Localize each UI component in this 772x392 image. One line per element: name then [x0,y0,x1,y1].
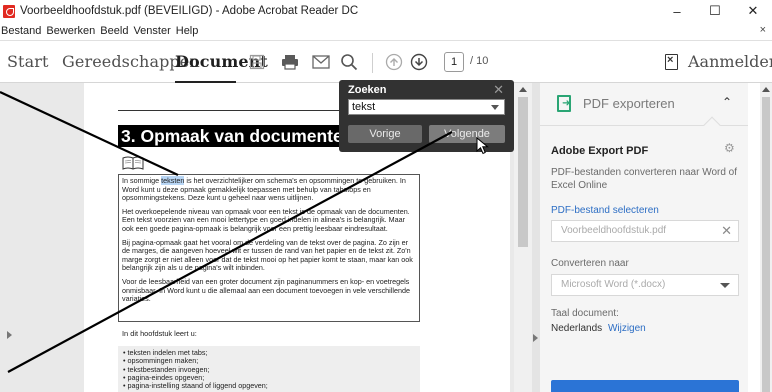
export-settings-icon[interactable]: ⚙ [724,141,735,155]
find-next-button[interactable]: Volgende [429,125,505,143]
learning-list: teksten indelen met tabs; opsommingen ma… [118,346,420,392]
convert-label: Converteren naar [551,258,629,269]
language-label: Taal document: [551,308,619,319]
title-bar: Voorbeeldhoofdstuk.pdf (BEVEILIGD) - Ado… [0,0,772,22]
scroll-up-icon[interactable] [762,87,770,92]
intro-paragraph: In sommige teksten is het overzichtelijk… [122,176,406,203]
signin-button[interactable]: Aanmelden [688,52,772,71]
export-description: PDF-bestanden converteren naar Word of E… [551,167,738,191]
print-icon[interactable] [279,51,301,73]
window-title: Voorbeeldhoofdstuk.pdf (BEVEILIGD) - Ado… [20,5,359,17]
previous-page-icon[interactable] [383,51,405,73]
window-controls: – ☐ ✕ [658,0,772,22]
acrobat-logo-icon [3,4,15,18]
menu-venster[interactable]: Venster [132,25,174,37]
export-panel-header[interactable]: PDF exporteren ⌃ [540,83,748,125]
intro-text-box: In sommige teksten is het overzichtelijk… [118,174,420,322]
scroll-up-icon[interactable] [519,87,527,92]
language-row: Nederlands Wijzigen [551,323,646,334]
learning-lead: In dit hoofdstuk leert u: [122,329,197,338]
find-input-value: tekst [352,101,376,113]
chevron-up-icon[interactable]: ⌃ [722,95,732,109]
selected-file-name: Voorbeeldhoofdstuk.pdf [561,225,667,236]
mail-icon[interactable] [310,51,332,73]
scroll-thumb[interactable] [518,97,528,247]
menu-bewerken[interactable]: Bewerken [45,25,99,37]
menu-help[interactable]: Help [175,25,203,37]
close-window-button[interactable]: ✕ [734,0,772,22]
acrobat-window: Voorbeeldhoofdstuk.pdf (BEVEILIGD) - Ado… [0,0,772,392]
language-value: Nederlands [551,323,603,334]
document-scrollbar[interactable] [514,83,532,392]
scroll-thumb[interactable] [762,97,770,392]
convert-format-value: Microsoft Word (*.docx) [561,279,666,290]
find-previous-button[interactable]: Vorige [348,125,422,143]
book-icon [122,156,144,170]
chevron-down-icon[interactable] [720,283,730,288]
chevron-down-icon[interactable] [491,105,499,110]
menu-beeld[interactable]: Beeld [99,25,132,37]
menu-bestand[interactable]: Bestand [0,25,45,37]
find-input[interactable]: tekst [348,99,505,115]
signin-icon[interactable] [665,54,678,70]
export-pdf-icon [557,95,571,112]
expand-left-panel-icon[interactable] [7,331,12,339]
close-find-icon[interactable]: ✕ [493,82,504,98]
maximize-button[interactable]: ☐ [696,0,734,22]
export-panel: PDF exporteren ⌃ Adobe Export PDF ⚙ PDF-… [540,83,748,392]
export-section-title: Adobe Export PDF [551,145,649,157]
collapse-panel-icon[interactable] [533,334,538,342]
tab-start[interactable]: Start [7,52,49,71]
close-document-icon[interactable]: × [760,24,766,36]
list-item: pagina-instelling staand of liggend opge… [123,381,415,390]
mouse-cursor-icon [476,137,489,155]
search-icon[interactable] [338,51,360,73]
selected-file-field[interactable]: Voorbeeldhoofdstuk.pdf ✕ [551,220,739,242]
main-toolbar: Start Gereedschappen Document 1 / 10 Aan… [0,40,772,84]
body-paragraph: Voor de leesbaarheid van een groter docu… [122,276,410,304]
body-paragraph: Het overkoepelende niveau van opmaak voo… [122,206,410,233]
find-title: Zoeken [348,84,387,96]
minimize-button[interactable]: – [658,0,696,22]
page-total: / 10 [470,55,489,67]
toolbar-divider [372,53,373,73]
convert-button[interactable] [551,380,739,392]
clear-file-icon[interactable]: ✕ [721,221,732,241]
select-pdf-link[interactable]: PDF-bestand selecteren [551,205,659,216]
convert-format-select[interactable]: Microsoft Word (*.docx) [551,274,739,296]
change-language-link[interactable]: Wijzigen [608,323,646,334]
page-number-input[interactable]: 1 [444,52,464,72]
export-panel-title: PDF exporteren [583,96,675,111]
menu-bar: Bestand Bewerken Beeld Venster Help × [0,22,772,40]
body-paragraph: Bij pagina-opmaak gaat het vooral om de … [122,237,413,273]
panel-scrollbar[interactable] [760,83,772,392]
next-page-icon[interactable] [408,51,430,73]
panel-collapse-strip[interactable] [532,83,540,392]
save-icon[interactable] [246,51,268,73]
